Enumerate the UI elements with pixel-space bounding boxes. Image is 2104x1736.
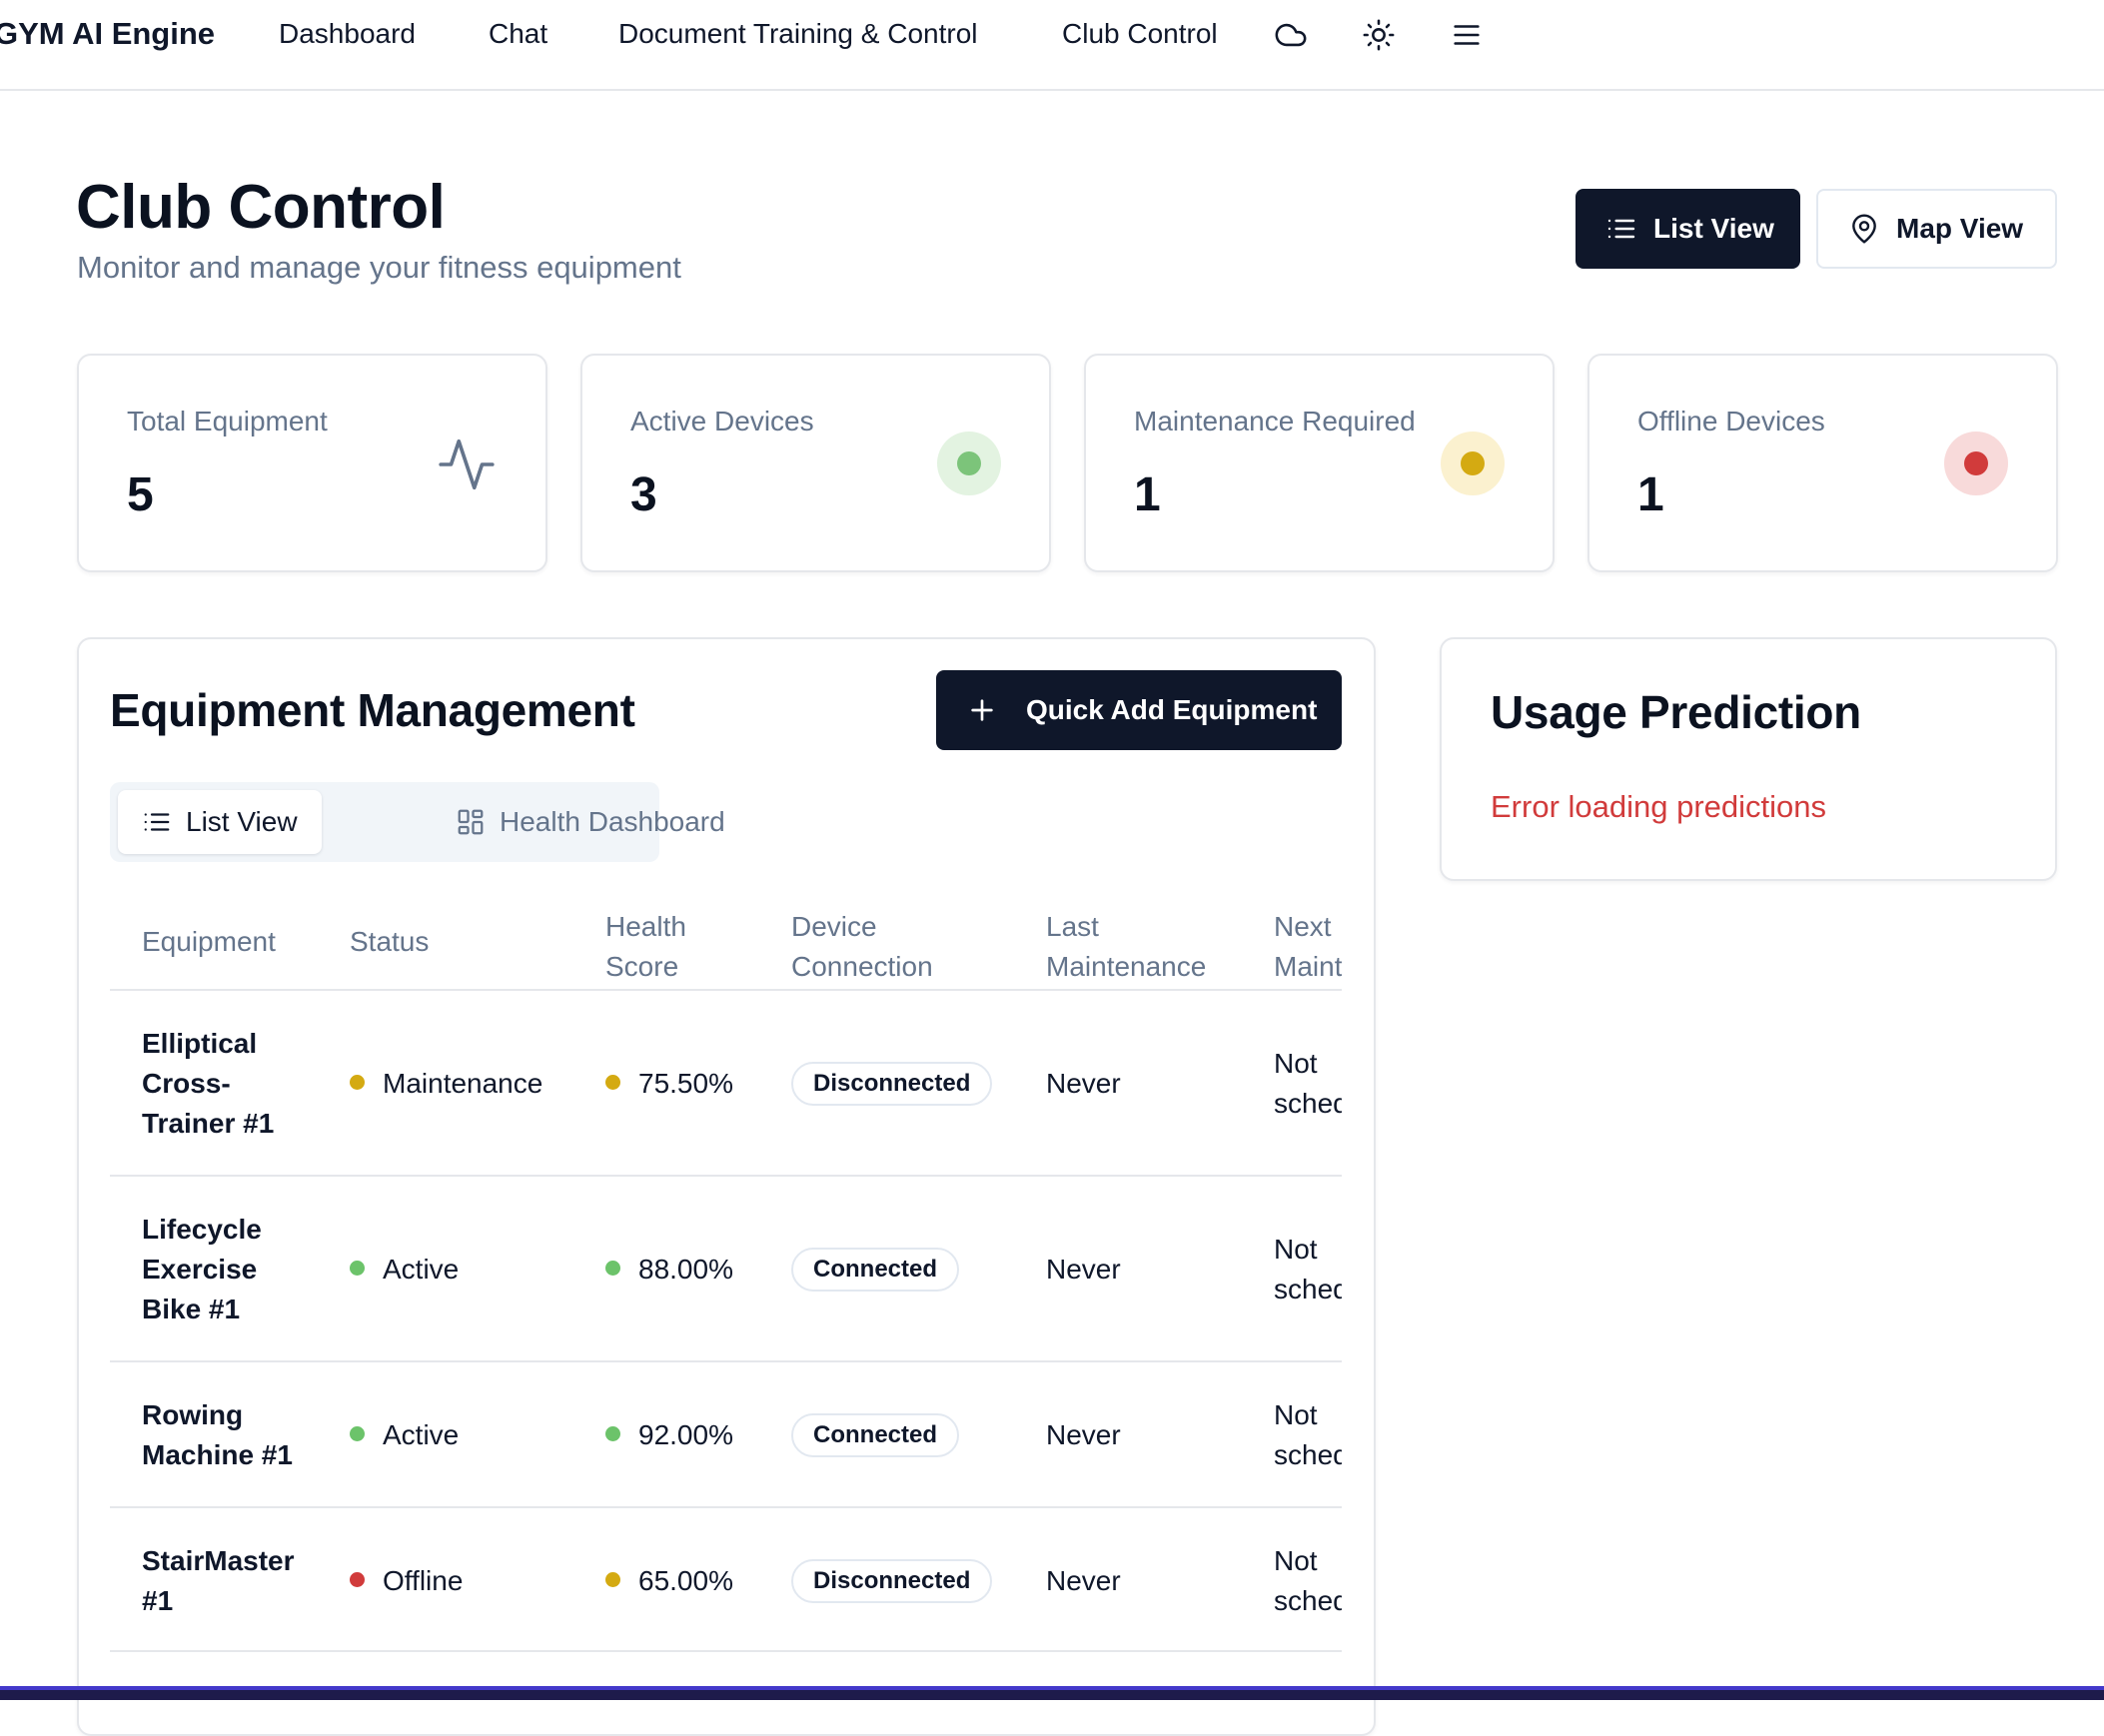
health-dot bbox=[605, 1261, 620, 1277]
usage-prediction-card: Usage Prediction Error loading predictio… bbox=[1440, 637, 2057, 881]
nav-link-chat[interactable]: Chat bbox=[489, 18, 547, 50]
bottom-bar-accent bbox=[0, 1686, 2104, 1690]
health-dot bbox=[605, 1426, 620, 1442]
equipment-name: StairMaster #1 bbox=[142, 1545, 295, 1616]
column-header-equipment[interactable]: Equipment bbox=[142, 922, 276, 962]
status-dot bbox=[350, 1572, 365, 1588]
stat-card-maintenance-required: Maintenance Required 1 bbox=[1084, 354, 1555, 572]
stat-value: 1 bbox=[1134, 468, 1161, 521]
prediction-error-message: Error loading predictions bbox=[1491, 789, 1827, 824]
last-maintenance-cell: Never bbox=[1046, 1068, 1121, 1099]
stat-label: Total Equipment bbox=[127, 406, 328, 436]
quick-add-label: Quick Add Equipment bbox=[1026, 694, 1318, 725]
next-maintenance-cell: Not sched bbox=[1274, 1545, 1342, 1616]
menu-icon[interactable] bbox=[1450, 18, 1484, 52]
last-maintenance-cell: Never bbox=[1046, 1565, 1121, 1596]
equipment-management-title: Equipment Management bbox=[110, 684, 635, 736]
map-view-button[interactable]: Map View bbox=[1816, 189, 2057, 269]
status-cell: Active bbox=[350, 1250, 459, 1290]
list-icon bbox=[1607, 219, 1635, 239]
list-view-label: List View bbox=[1653, 213, 1774, 244]
nav-link-document-training[interactable]: Document Training & Control bbox=[618, 18, 978, 50]
page-subtitle: Monitor and manage your fitness equipmen… bbox=[77, 250, 681, 285]
stat-value: 5 bbox=[127, 468, 154, 521]
equipment-name: Rowing Machine #1 bbox=[142, 1399, 293, 1470]
stat-card-active-devices: Active Devices 3 bbox=[580, 354, 1051, 572]
sun-icon[interactable] bbox=[1362, 18, 1396, 52]
equipment-name: Lifecycle Exercise Bike #1 bbox=[142, 1214, 262, 1324]
brand-logo[interactable]: GYM AI Engine bbox=[0, 16, 215, 52]
column-header-last-maintenance[interactable]: Last Maintenance bbox=[1046, 907, 1206, 987]
health-score-cell: 88.00% bbox=[605, 1250, 733, 1290]
status-dot bbox=[350, 1426, 365, 1442]
view-tabs: List View Health Dashboard bbox=[110, 782, 725, 862]
column-header-status[interactable]: Status bbox=[350, 922, 429, 962]
quick-add-equipment-button[interactable]: Quick Add Equipment bbox=[936, 670, 1342, 750]
activity-icon bbox=[439, 438, 495, 490]
status-indicator-yellow bbox=[1441, 432, 1505, 495]
column-header-device-connection[interactable]: Device Connection bbox=[791, 907, 933, 987]
tab-list-view[interactable]: List View bbox=[118, 790, 322, 854]
status-cell: Maintenance bbox=[350, 1064, 542, 1104]
column-header-health-score[interactable]: Health Score bbox=[605, 907, 686, 987]
health-dot bbox=[605, 1075, 620, 1091]
nav-link-dashboard[interactable]: Dashboard bbox=[279, 18, 416, 50]
status-indicator-green bbox=[937, 432, 1001, 495]
page-title: Club Control bbox=[76, 173, 446, 242]
stat-label: Offline Devices bbox=[1637, 406, 1825, 436]
table-row[interactable]: Rowing Machine #1 Active 92.00% Connected… bbox=[110, 1360, 1342, 1506]
table-row[interactable]: Lifecycle Exercise Bike #1 Active 88.00% C… bbox=[110, 1175, 1342, 1360]
status-cell: Offline bbox=[350, 1561, 463, 1601]
health-dot bbox=[605, 1572, 620, 1588]
map-pin-icon bbox=[1852, 214, 1876, 244]
status-cell: Active bbox=[350, 1415, 459, 1455]
stat-card-total-equipment: Total Equipment 5 bbox=[77, 354, 547, 572]
map-view-label: Map View bbox=[1896, 213, 2024, 244]
status-indicator-red bbox=[1944, 432, 2008, 495]
equipment-name: Elliptical Cross- Trainer #1 bbox=[142, 1028, 275, 1139]
tab-label: Health Dashboard bbox=[500, 806, 725, 837]
last-maintenance-cell: Never bbox=[1046, 1254, 1121, 1285]
tab-health-dashboard[interactable]: Health Dashboard bbox=[440, 790, 749, 854]
stat-value: 3 bbox=[630, 468, 657, 521]
stat-label: Maintenance Required bbox=[1134, 406, 1416, 436]
equipment-table: Equipment Status Health Score Device Conne… bbox=[110, 899, 1342, 1668]
next-maintenance-cell: Not sched bbox=[1274, 1234, 1342, 1304]
grid-icon bbox=[458, 809, 484, 835]
health-score-cell: 92.00% bbox=[605, 1415, 733, 1455]
usage-prediction-title: Usage Prediction bbox=[1491, 686, 1861, 738]
status-dot bbox=[350, 1075, 365, 1091]
next-maintenance-cell: Not sched bbox=[1274, 1048, 1342, 1119]
column-header-next-maintenance[interactable]: Next Maint bbox=[1274, 907, 1342, 987]
status-dot bbox=[350, 1261, 365, 1277]
health-score-cell: 65.00% bbox=[605, 1561, 733, 1601]
nav-link-club-control[interactable]: Club Control bbox=[1062, 18, 1218, 50]
connection-badge: Connected bbox=[791, 1413, 960, 1457]
plus-icon bbox=[971, 699, 993, 721]
table-row[interactable]: Elliptical Cross- Trainer #1 Maintenance 7… bbox=[110, 989, 1342, 1175]
stat-label: Active Devices bbox=[630, 406, 814, 436]
connection-badge: Disconnected bbox=[791, 1559, 993, 1603]
stat-card-offline-devices: Offline Devices 1 bbox=[1587, 354, 2058, 572]
list-icon bbox=[144, 813, 170, 831]
stat-value: 1 bbox=[1637, 468, 1664, 521]
next-maintenance-cell: Not sched bbox=[1274, 1399, 1342, 1470]
tab-label: List View bbox=[186, 806, 298, 837]
health-score-cell: 75.50% bbox=[605, 1064, 733, 1104]
list-view-button[interactable]: List View bbox=[1576, 189, 1800, 269]
table-row[interactable]: StairMaster #1 Offline 65.00% Disconnecte… bbox=[110, 1506, 1342, 1652]
cloud-icon[interactable] bbox=[1274, 18, 1308, 52]
connection-badge: Disconnected bbox=[791, 1062, 993, 1106]
connection-badge: Connected bbox=[791, 1248, 960, 1292]
top-nav: GYM AI Engine Dashboard Chat Document Tr… bbox=[0, 0, 2104, 91]
last-maintenance-cell: Never bbox=[1046, 1419, 1121, 1450]
